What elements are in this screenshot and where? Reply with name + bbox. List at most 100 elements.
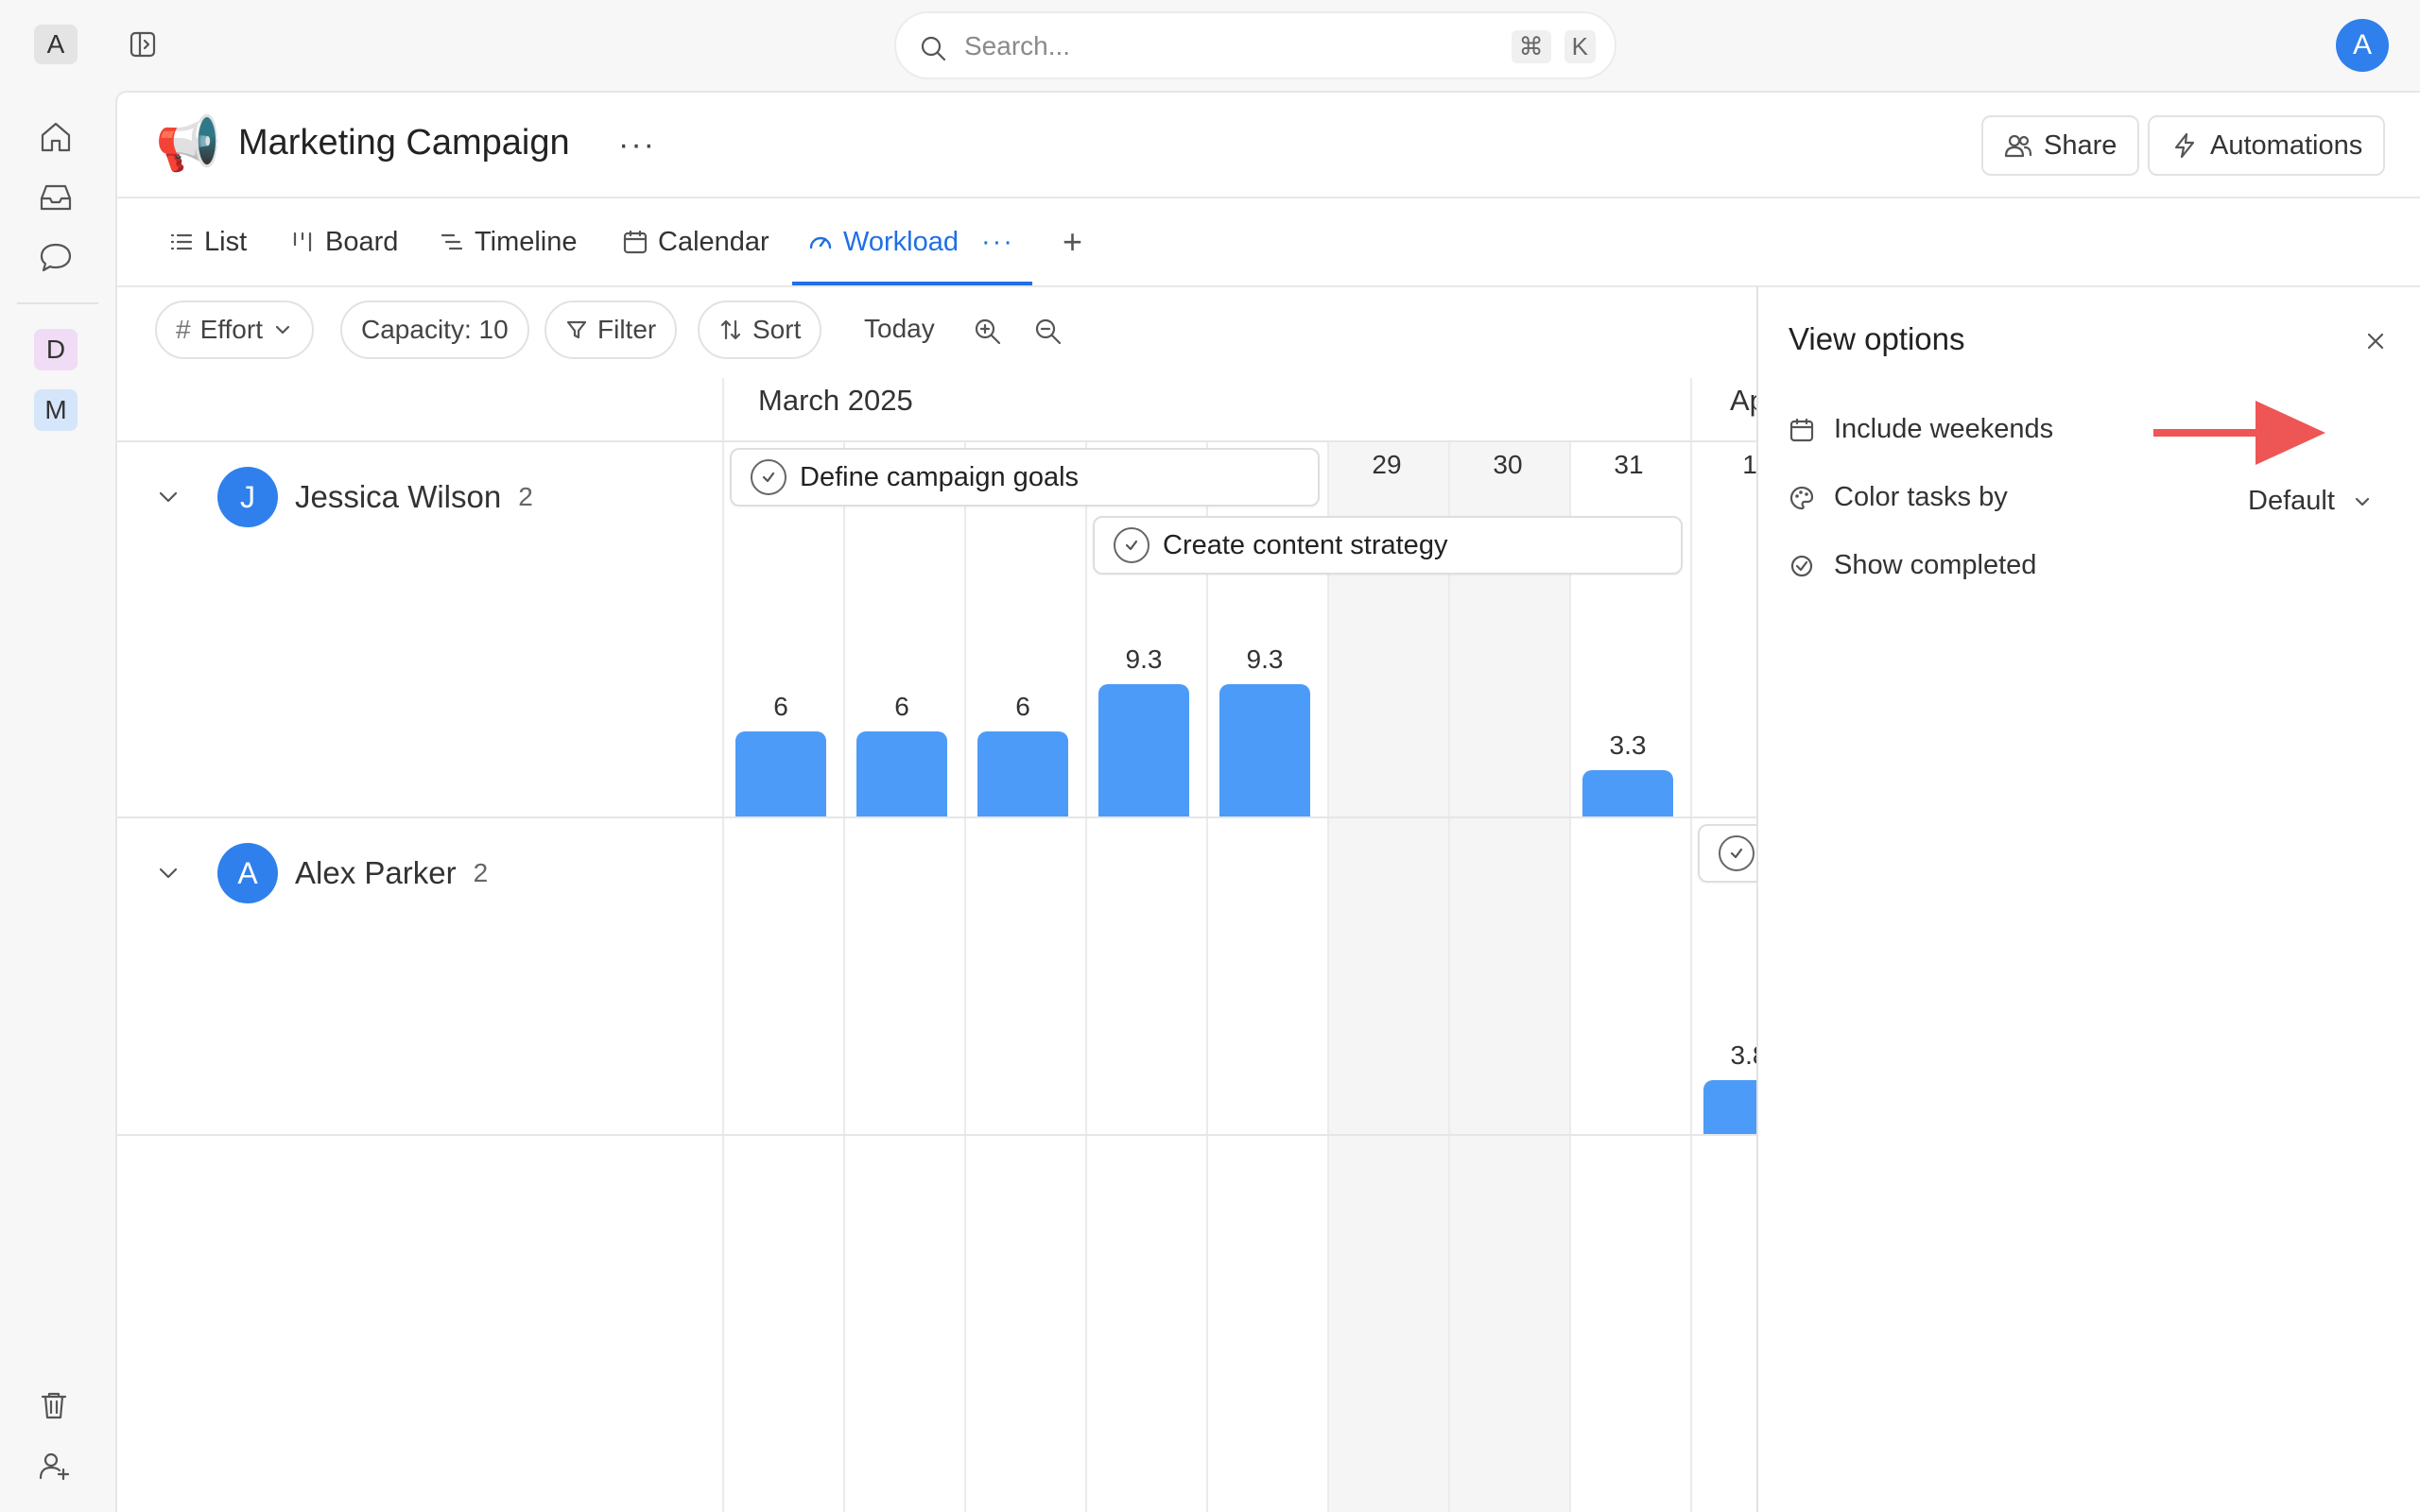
palette-icon xyxy=(1789,485,1815,511)
filter-button[interactable]: Filter xyxy=(544,301,678,359)
check-circle-icon xyxy=(1789,553,1815,579)
space-badge-m[interactable]: M xyxy=(34,389,78,431)
tab-timeline[interactable]: Timeline xyxy=(439,198,578,285)
calendar-icon xyxy=(622,229,648,255)
panel-title: View options xyxy=(1789,321,1965,356)
page-title[interactable]: Marketing Campaign xyxy=(238,123,570,163)
grid-day-divider xyxy=(1085,440,1087,1512)
workload-value: 9.3 xyxy=(1246,644,1284,674)
workload-bar[interactable] xyxy=(1219,684,1310,816)
active-tab-indicator xyxy=(792,282,1032,285)
include-weekends-label: Include weekends xyxy=(1834,414,2054,444)
users-icon xyxy=(2004,131,2032,160)
tab-list-label: List xyxy=(204,226,248,257)
task-bar[interactable]: Create content strategy xyxy=(1093,516,1683,575)
search-bar[interactable]: Search... ⌘ K xyxy=(894,11,1616,79)
chevron-down-icon[interactable] xyxy=(155,484,182,510)
show-completed-label: Show completed xyxy=(1834,550,2037,580)
inbox-icon[interactable] xyxy=(38,180,74,215)
share-button[interactable]: Share xyxy=(1981,115,2140,176)
show-completed-option: Show completed xyxy=(1789,550,2036,581)
workload-bar[interactable] xyxy=(1582,770,1673,816)
add-view-button[interactable]: + xyxy=(1063,198,1082,285)
check-circle-icon[interactable] xyxy=(751,459,786,495)
grid-day-divider xyxy=(1569,440,1571,1512)
sidebar-toggle-icon[interactable] xyxy=(129,30,157,59)
chevron-down-icon[interactable] xyxy=(155,860,182,886)
invite-user-icon[interactable] xyxy=(38,1450,70,1482)
automations-button[interactable]: Automations xyxy=(2148,115,2386,176)
filter-label: Filter xyxy=(597,315,657,344)
workload-bar[interactable] xyxy=(856,731,947,816)
tab-more-button[interactable]: ··· xyxy=(981,227,1014,258)
weekend-column xyxy=(1329,440,1448,1512)
space-badge-d[interactable]: D xyxy=(34,329,78,370)
sort-label: Sort xyxy=(752,315,802,344)
user-avatar[interactable]: A xyxy=(2336,19,2389,72)
tab-list[interactable]: List xyxy=(168,198,247,285)
tab-calendar-label: Calendar xyxy=(658,226,769,257)
tab-workload[interactable]: Workload ··· xyxy=(807,198,1014,285)
home-icon[interactable] xyxy=(38,119,74,155)
trash-icon[interactable] xyxy=(38,1389,70,1421)
workload-bar[interactable] xyxy=(977,731,1068,816)
view-options-panel: View options Include weekends Color task… xyxy=(1756,287,2420,1512)
zoom-out-icon[interactable] xyxy=(1034,318,1063,346)
main-panel: 📢 Marketing Campaign ··· Share Automatio… xyxy=(115,91,2420,1512)
tab-board-label: Board xyxy=(325,226,399,257)
sort-button[interactable]: Sort xyxy=(698,301,822,359)
task-count: 2 xyxy=(473,858,489,887)
workspace-badge[interactable]: A xyxy=(34,25,78,64)
color-tasks-value: Default xyxy=(2248,486,2335,516)
capacity-button[interactable]: Capacity: 10 xyxy=(340,301,529,359)
annotation-arrow-icon xyxy=(2152,397,2327,469)
filter-icon xyxy=(565,318,588,341)
check-circle-icon[interactable] xyxy=(1719,835,1754,871)
workload-value: 3.3 xyxy=(1609,730,1647,760)
tab-board[interactable]: Board xyxy=(289,198,398,285)
month-label: March 2025 xyxy=(758,384,913,417)
close-icon[interactable] xyxy=(2363,329,2388,353)
grid-row-divider xyxy=(117,816,1756,818)
search-shortcut: ⌘ K xyxy=(1511,30,1596,63)
assignee-row: J Jessica Wilson 2 xyxy=(155,467,533,527)
weekend-column xyxy=(1450,440,1569,1512)
workload-bar[interactable] xyxy=(1098,684,1189,816)
check-circle-icon[interactable] xyxy=(1114,527,1150,563)
color-tasks-option: Color tasks by xyxy=(1789,482,2008,513)
project-megaphone-icon[interactable]: 📢 xyxy=(155,113,221,174)
rail-divider xyxy=(17,302,98,304)
chat-icon[interactable] xyxy=(38,240,74,276)
grid-row-divider xyxy=(117,1134,1756,1136)
zoom-in-icon[interactable] xyxy=(974,318,1002,346)
timeline-icon xyxy=(439,229,465,255)
calendar-icon xyxy=(1789,417,1815,443)
avatar[interactable]: A xyxy=(217,843,278,903)
assignee-name[interactable]: Alex Parker xyxy=(295,855,457,891)
grid-day-divider xyxy=(1327,440,1329,1512)
workload-value: 6 xyxy=(773,692,788,721)
avatar[interactable]: J xyxy=(217,467,278,527)
assignee-name[interactable]: Jessica Wilson xyxy=(295,479,501,515)
workload-bar[interactable] xyxy=(735,731,826,816)
project-header: 📢 Marketing Campaign ··· Share Automatio… xyxy=(117,93,2420,198)
color-tasks-select[interactable]: Default xyxy=(2248,486,2373,517)
tab-timeline-label: Timeline xyxy=(475,226,578,257)
task-bar[interactable]: Define campaign goals xyxy=(730,448,1320,507)
today-button[interactable]: Today xyxy=(864,314,935,344)
assignee-row: A Alex Parker 2 xyxy=(155,843,488,903)
project-more-button[interactable]: ··· xyxy=(618,127,656,163)
workload-value: 6 xyxy=(1015,692,1030,721)
k-key: K xyxy=(1564,30,1596,63)
color-tasks-label: Color tasks by xyxy=(1834,482,2008,512)
grid-column-divider xyxy=(722,378,724,1512)
list-icon xyxy=(168,229,195,255)
day-label: 30 xyxy=(1493,450,1523,479)
task-title: Create content strategy xyxy=(1163,529,1448,560)
grid-day-divider xyxy=(1206,440,1208,1512)
search-placeholder: Search... xyxy=(964,31,1071,60)
tab-calendar[interactable]: Calendar xyxy=(622,198,769,285)
board-icon xyxy=(289,229,316,255)
effort-button[interactable]: # Effort xyxy=(155,301,314,359)
tab-workload-label: Workload xyxy=(843,226,959,257)
